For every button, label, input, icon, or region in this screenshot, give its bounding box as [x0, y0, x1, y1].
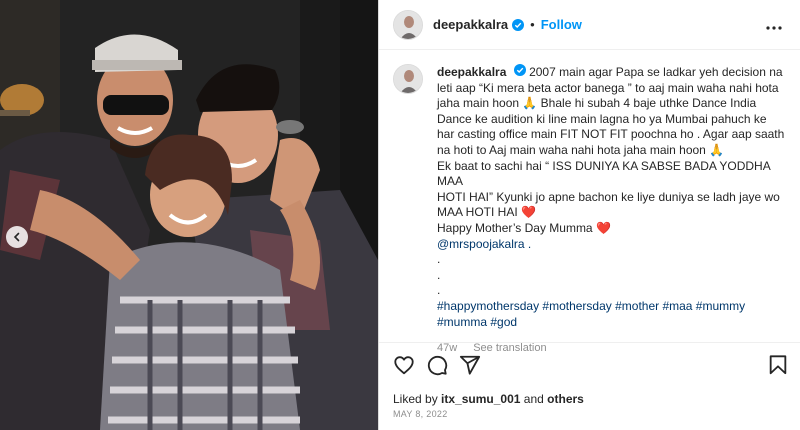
caption-line: HOTI HAI” Kyunki jo apne bachon ke liye …: [437, 189, 780, 204]
post-details-panel: deepakkalra • Follow deepakkalra 2007 ma…: [379, 0, 800, 430]
caption-line-text: 2007 main agar Papa se ladkar yeh decisi…: [529, 65, 783, 79]
share-icon: [459, 355, 481, 375]
caption-line: na hoti to Aaj main waha nahi hota jaha …: [437, 142, 725, 157]
hashtags-line[interactable]: #happymothersday #mothersday #mother #ma…: [437, 299, 793, 315]
bookmark-icon: [769, 355, 787, 375]
verified-badge-icon: [512, 18, 525, 31]
caption-line: jaha main hoon 🙏 Bhale hi subah 4 baje u…: [437, 96, 757, 111]
caption-line: Ek baat to sachi hai “ ISS DUNIYA KA SAB…: [437, 158, 771, 189]
avatar-image: [394, 10, 422, 39]
liked-by-user[interactable]: itx_sumu_001: [441, 392, 520, 406]
caption-dot: .: [437, 267, 441, 282]
liked-by: Liked by itx_sumu_001 and others: [393, 392, 584, 406]
share-button[interactable]: [459, 354, 481, 381]
caption-meta: 47w See translation: [437, 342, 793, 354]
caption-line: Happy Mother’s Day Mumma ❤️: [437, 220, 611, 235]
verified-badge-icon: [513, 64, 526, 76]
carousel-prev-button[interactable]: [6, 226, 28, 248]
caption-line: Dance ke audition ki line main lagna ho …: [437, 111, 767, 126]
action-bar: [393, 354, 788, 380]
post-media[interactable]: [0, 0, 378, 430]
follow-button[interactable]: Follow: [541, 17, 582, 32]
chevron-left-icon: [13, 232, 20, 242]
save-button[interactable]: [768, 354, 788, 381]
caption-line: MAA HOTI HAI ❤️: [437, 205, 536, 220]
caption-dot: .: [437, 252, 441, 267]
header-username[interactable]: deepakkalra: [433, 17, 508, 32]
more-options-icon: [766, 26, 782, 30]
more-options-button[interactable]: [766, 17, 782, 35]
liked-by-prefix: Liked by: [393, 392, 438, 406]
avatar[interactable]: [393, 9, 423, 40]
liked-by-and: and: [523, 392, 544, 406]
heart-icon: [394, 356, 414, 375]
caption-line: har casting office main FIT NOT FIT pooc…: [437, 127, 785, 142]
post-age: 47w: [437, 342, 458, 355]
liked-by-others[interactable]: others: [547, 392, 584, 406]
caption-text: deepakkalra 2007 main agar Papa se ladka…: [437, 64, 793, 330]
avatar-image: [394, 65, 422, 93]
comment-icon: [427, 355, 448, 376]
see-translation-button[interactable]: See translation: [473, 342, 546, 354]
actions-divider: [379, 342, 800, 343]
header-separator: •: [530, 17, 535, 32]
caption-username[interactable]: deepakkalra: [437, 65, 506, 79]
hashtags-line[interactable]: #mumma #god: [437, 315, 793, 331]
caption: deepakkalra 2007 main agar Papa se ladka…: [393, 64, 793, 354]
comment-button[interactable]: [426, 354, 448, 381]
post-photo: [0, 0, 378, 430]
post-header: deepakkalra • Follow: [379, 0, 800, 50]
mention-link[interactable]: @mrspoojakalra .: [437, 237, 793, 253]
caption-body: deepakkalra 2007 main agar Papa se ladka…: [437, 64, 793, 354]
caption-dot: .: [437, 283, 441, 298]
caption-line: deepakkalra 2007 main agar Papa se ladka…: [437, 64, 793, 81]
post-date: MAY 8, 2022: [393, 409, 448, 419]
caption-line: leti aap “Ki mera beta actor banega ” to…: [437, 80, 779, 95]
like-button[interactable]: [393, 354, 415, 381]
caption-avatar[interactable]: [393, 64, 423, 94]
